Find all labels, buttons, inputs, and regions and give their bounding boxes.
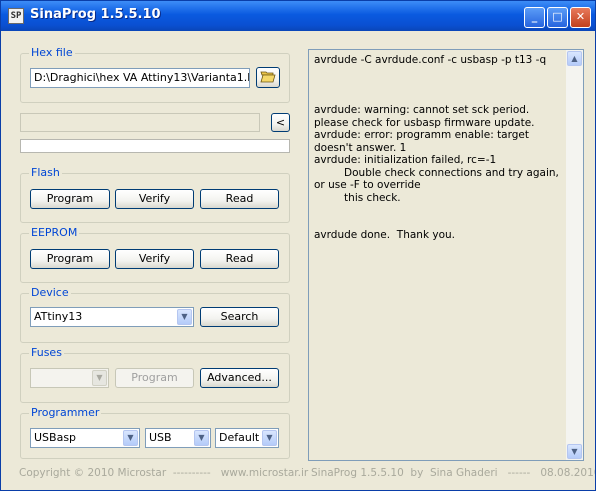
- fuses-advanced-button[interactable]: Advanced...: [200, 368, 279, 388]
- log-scrollbar[interactable]: ▲ ▼: [566, 50, 583, 460]
- eeprom-read-button[interactable]: Read: [200, 249, 279, 269]
- scroll-down-icon[interactable]: ▼: [567, 444, 582, 459]
- hex-path-field[interactable]: D:\Draghici\hex VA Attiny13\Varianta1.he…: [30, 68, 250, 88]
- scroll-up-icon[interactable]: ▲: [567, 51, 582, 66]
- port-selected-value: USB: [149, 431, 172, 444]
- flash-verify-button[interactable]: Verify: [115, 189, 194, 209]
- device-selected-value: ATtiny13: [34, 310, 83, 323]
- chevron-down-icon[interactable]: ▼: [177, 309, 192, 325]
- progress-bar: [20, 139, 290, 153]
- eeprom-verify-button[interactable]: Verify: [115, 249, 194, 269]
- browse-button[interactable]: [256, 67, 280, 88]
- client-area: Hex file D:\Draghici\hex VA Attiny13\Var…: [4, 31, 595, 487]
- programmer-selected-value: USBasp: [34, 431, 77, 444]
- chevron-down-icon[interactable]: ▼: [194, 430, 209, 446]
- log-output[interactable]: avrdude -C avrdude.conf -c usbasp -p t13…: [308, 49, 584, 461]
- folder-open-icon: [260, 71, 276, 83]
- device-select[interactable]: ATtiny13 ▼: [30, 307, 194, 327]
- hex-file-label: Hex file: [29, 46, 75, 59]
- maximize-button[interactable]: □: [547, 7, 568, 28]
- close-button[interactable]: ✕: [570, 7, 591, 28]
- device-label: Device: [29, 286, 71, 299]
- app-window: SP SinaProg 1.5.5.10 _ □ ✕ Hex file D:\D…: [0, 0, 596, 491]
- flash-label: Flash: [29, 166, 62, 179]
- speed-select[interactable]: Default ▼: [215, 428, 279, 448]
- eeprom-label: EEPROM: [29, 226, 80, 239]
- fuses-select[interactable]: ▼: [30, 368, 109, 388]
- collapse-button[interactable]: <: [271, 113, 290, 132]
- chevron-down-icon[interactable]: ▼: [262, 430, 277, 446]
- chevron-down-icon[interactable]: ▼: [92, 370, 107, 386]
- device-search-button[interactable]: Search: [200, 307, 279, 327]
- app-icon: SP: [8, 8, 24, 24]
- flash-program-button[interactable]: Program: [30, 189, 110, 209]
- fuses-label: Fuses: [29, 346, 64, 359]
- status-bar: Copyright © 2010 Microstar ---------- ww…: [4, 465, 595, 483]
- title-bar[interactable]: SP SinaProg 1.5.5.10 _ □ ✕: [1, 1, 595, 31]
- status-field: [20, 113, 260, 132]
- eeprom-program-button[interactable]: Program: [30, 249, 110, 269]
- copyright-text: Copyright © 2010 Microstar ---------- ww…: [19, 467, 309, 479]
- programmer-select[interactable]: USBasp ▼: [30, 428, 140, 448]
- port-select[interactable]: USB ▼: [145, 428, 211, 448]
- programmer-label: Programmer: [29, 406, 102, 419]
- version-text: SinaProg 1.5.5.10 by Sina Ghaderi ------…: [311, 467, 596, 479]
- flash-read-button[interactable]: Read: [200, 189, 279, 209]
- log-text: avrdude -C avrdude.conf -c usbasp -p t13…: [314, 54, 559, 241]
- fuses-program-button[interactable]: Program: [115, 368, 194, 388]
- chevron-down-icon[interactable]: ▼: [123, 430, 138, 446]
- speed-selected-value: Default: [219, 431, 260, 444]
- window-title: SinaProg 1.5.5.10: [30, 7, 161, 22]
- minimize-button[interactable]: _: [524, 7, 545, 28]
